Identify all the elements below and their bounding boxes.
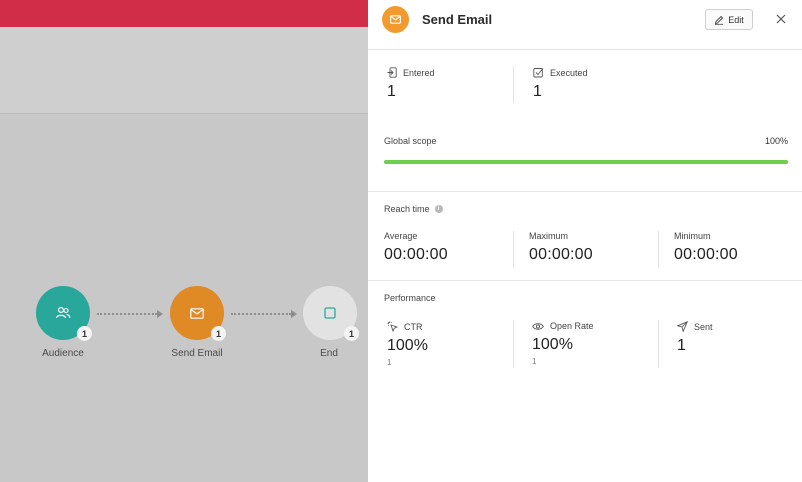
click-icon bbox=[387, 321, 398, 332]
canvas-header-band bbox=[0, 27, 368, 114]
stat-label: Average bbox=[384, 231, 418, 241]
connector-arrow-icon bbox=[157, 310, 163, 318]
progress-fill bbox=[384, 160, 788, 164]
performance-label: Performance bbox=[384, 293, 436, 303]
divider bbox=[513, 66, 514, 103]
close-button[interactable] bbox=[773, 11, 789, 27]
stat-value: 00:00:00 bbox=[529, 246, 593, 263]
perf-ctr: CTR 100% 1 bbox=[387, 321, 428, 367]
perf-sent: Sent 1 bbox=[677, 321, 713, 355]
node-count-badge: 1 bbox=[211, 326, 226, 341]
mail-icon bbox=[190, 307, 204, 319]
enter-icon bbox=[387, 67, 397, 78]
global-scope-progress bbox=[384, 160, 788, 164]
perf-open-rate: Open Rate 100% 1 bbox=[532, 321, 594, 366]
reach-maximum: Maximum 00:00:00 bbox=[529, 231, 593, 264]
flow-node-end[interactable]: 1 bbox=[303, 286, 359, 341]
users-icon bbox=[55, 306, 71, 319]
divider bbox=[658, 320, 659, 368]
edit-button-label: Edit bbox=[728, 14, 744, 25]
stat-value: 00:00:00 bbox=[674, 246, 738, 263]
stat-label: Minimum bbox=[674, 231, 711, 241]
stat-label: Executed bbox=[550, 67, 588, 78]
checkbox-icon bbox=[533, 68, 544, 78]
reach-average: Average 00:00:00 bbox=[384, 231, 448, 264]
flow-connector bbox=[97, 313, 157, 315]
flow-connector bbox=[231, 313, 291, 315]
edit-button[interactable]: Edit bbox=[705, 9, 753, 30]
stat-value: 00:00:00 bbox=[384, 246, 448, 263]
reach-time-label: Reach time i bbox=[384, 204, 443, 214]
node-count-badge: 1 bbox=[77, 326, 92, 341]
panel-title: Send Email bbox=[422, 12, 493, 27]
flow-node-label: End bbox=[320, 348, 338, 359]
close-icon bbox=[776, 14, 786, 24]
stat-value: 100% bbox=[387, 337, 428, 354]
stat-value: 1 bbox=[533, 83, 542, 100]
stat-value: 100% bbox=[532, 336, 573, 353]
mail-icon bbox=[390, 15, 401, 24]
divider bbox=[368, 280, 802, 281]
flow-node-label: Send Email bbox=[171, 348, 223, 359]
eye-icon bbox=[532, 322, 544, 330]
stat-subvalue: 1 bbox=[532, 357, 537, 366]
email-badge bbox=[382, 6, 409, 33]
top-bar bbox=[0, 0, 368, 27]
reach-minimum: Minimum 00:00:00 bbox=[674, 231, 738, 264]
divider bbox=[513, 231, 514, 268]
stat-label: Entered bbox=[403, 67, 435, 78]
global-scope-percent: 100% bbox=[764, 136, 788, 146]
divider bbox=[658, 231, 659, 268]
stat-value: 1 bbox=[387, 83, 396, 100]
send-icon bbox=[677, 321, 688, 332]
stat-label: Maximum bbox=[529, 231, 569, 241]
divider bbox=[513, 320, 514, 368]
node-count-badge: 1 bbox=[344, 326, 359, 341]
stat-executed: Executed 1 bbox=[533, 67, 588, 101]
stat-label: Sent bbox=[694, 321, 713, 332]
global-scope-label: Global scope bbox=[384, 136, 437, 146]
divider bbox=[368, 191, 802, 192]
stat-label: Open Rate bbox=[550, 321, 594, 331]
stat-value: 1 bbox=[677, 337, 686, 354]
flow-node-send-email[interactable]: 1 bbox=[170, 286, 226, 341]
details-panel: Send Email Edit Entered 1 Executed 1 Glo… bbox=[368, 0, 802, 482]
connector-arrow-icon bbox=[291, 310, 297, 318]
flow-canvas[interactable]: 1 Audience 1 Send Email 1 End bbox=[0, 0, 368, 482]
stat-entered: Entered 1 bbox=[387, 67, 435, 101]
flow-node-audience[interactable]: 1 bbox=[36, 286, 92, 341]
square-icon bbox=[324, 307, 336, 319]
pencil-icon bbox=[715, 15, 724, 25]
stat-label: CTR bbox=[404, 321, 423, 332]
flow-node-label: Audience bbox=[42, 348, 84, 359]
panel-header: Send Email Edit bbox=[368, 0, 802, 50]
info-icon[interactable]: i bbox=[434, 205, 443, 213]
stat-subvalue: 1 bbox=[387, 358, 392, 367]
